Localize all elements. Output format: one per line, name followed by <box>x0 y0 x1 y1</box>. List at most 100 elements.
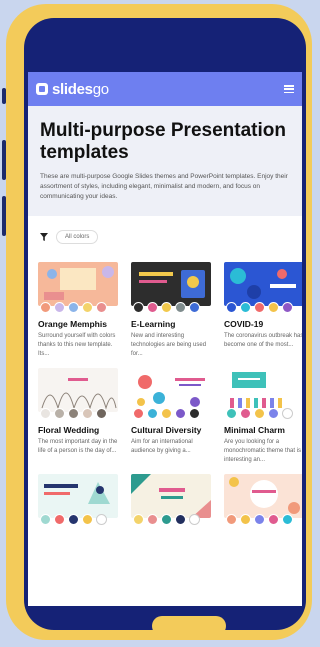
swatch[interactable] <box>96 514 107 525</box>
swatch[interactable] <box>282 302 293 313</box>
home-indicator[interactable] <box>152 616 226 630</box>
template-grid: Orange Memphis Surround yourself with co… <box>28 252 302 559</box>
phone-frame: slidesgo Multi-purpose Presentation temp… <box>6 4 312 640</box>
swatch[interactable] <box>254 408 265 419</box>
template-thumbnail[interactable] <box>224 262 302 306</box>
swatch[interactable] <box>68 514 79 525</box>
swatch[interactable] <box>226 302 237 313</box>
color-filter-chip[interactable]: All colors <box>56 230 99 244</box>
swatch[interactable] <box>240 302 251 313</box>
swatch[interactable] <box>254 514 265 525</box>
color-swatches <box>224 302 302 313</box>
template-name[interactable]: E-Learning <box>131 319 211 329</box>
swatch[interactable] <box>254 302 265 313</box>
swatch[interactable] <box>133 302 144 313</box>
swatch[interactable] <box>40 514 51 525</box>
thumbnail-art <box>131 474 211 518</box>
template-thumbnail[interactable] <box>38 368 118 412</box>
swatch[interactable] <box>96 408 107 419</box>
template-card[interactable]: Cultural Diversity Aim for an internatio… <box>131 368 211 466</box>
swatch[interactable] <box>54 514 65 525</box>
swatch[interactable] <box>282 514 293 525</box>
swatch[interactable] <box>82 514 93 525</box>
swatch[interactable] <box>189 408 200 419</box>
template-description <box>224 531 302 559</box>
swatch[interactable] <box>161 514 172 525</box>
template-description: Aim for an international audience by giv… <box>131 439 193 454</box>
swatch[interactable] <box>175 302 186 313</box>
template-name[interactable]: Minimal Charm <box>224 425 302 435</box>
swatch[interactable] <box>189 514 200 525</box>
swatch[interactable] <box>82 302 93 313</box>
app-header: slidesgo <box>28 72 302 106</box>
swatch[interactable] <box>175 514 186 525</box>
color-swatches <box>131 408 211 419</box>
swatch[interactable] <box>133 408 144 419</box>
template-name[interactable]: Orange Memphis <box>38 319 118 329</box>
brand-logo[interactable]: slidesgo <box>52 81 109 98</box>
swatch[interactable] <box>147 408 158 419</box>
swatch[interactable] <box>189 302 200 313</box>
swatch[interactable] <box>268 302 279 313</box>
swatch[interactable] <box>240 408 251 419</box>
color-swatches <box>224 514 302 525</box>
swatch[interactable] <box>161 302 172 313</box>
template-description: The coronavirus outbreak has become one … <box>224 333 302 348</box>
template-description <box>38 531 118 559</box>
template-thumbnail[interactable] <box>131 474 211 518</box>
swatch[interactable] <box>54 408 65 419</box>
filter-bar: All colors <box>28 216 302 252</box>
swatch[interactable] <box>96 302 107 313</box>
swatch[interactable] <box>175 408 186 419</box>
template-thumbnail[interactable] <box>224 368 302 412</box>
template-card[interactable] <box>224 474 302 559</box>
template-card[interactable]: COVID-19 The coronavirus outbreak has be… <box>224 262 302 360</box>
swatch[interactable] <box>240 514 251 525</box>
color-swatches <box>38 302 118 313</box>
volume-down-button <box>2 196 6 236</box>
swatch[interactable] <box>147 514 158 525</box>
template-card[interactable]: Floral Wedding The most important day in… <box>38 368 118 466</box>
swatch[interactable] <box>226 408 237 419</box>
template-card[interactable]: E-Learning New and interesting technolog… <box>131 262 211 360</box>
filter-icon[interactable] <box>40 233 48 241</box>
swatch[interactable] <box>40 302 51 313</box>
thumbnail-art <box>137 375 205 407</box>
template-description: The most important day in the life of a … <box>38 439 118 454</box>
color-swatches <box>224 408 302 419</box>
template-thumbnail[interactable] <box>131 262 211 306</box>
template-thumbnail[interactable] <box>131 368 211 412</box>
thumbnail-art <box>229 477 300 514</box>
thumbnail-art <box>230 372 282 408</box>
template-thumbnail[interactable] <box>38 262 118 306</box>
swatch[interactable] <box>147 302 158 313</box>
swatch[interactable] <box>226 514 237 525</box>
swatch[interactable] <box>68 302 79 313</box>
template-card[interactable] <box>131 474 211 559</box>
template-name[interactable]: Floral Wedding <box>38 425 118 435</box>
swatch[interactable] <box>68 408 79 419</box>
swatch[interactable] <box>268 408 279 419</box>
menu-icon[interactable] <box>284 85 294 93</box>
template-name[interactable]: COVID-19 <box>224 319 302 329</box>
template-thumbnail[interactable] <box>224 474 302 518</box>
swatch[interactable] <box>282 408 293 419</box>
template-card[interactable]: Minimal Charm Are you looking for a mono… <box>224 368 302 466</box>
swatch[interactable] <box>133 514 144 525</box>
template-description <box>131 531 211 559</box>
swatch[interactable] <box>82 408 93 419</box>
template-card[interactable] <box>38 474 118 559</box>
hero-section: Multi-purpose Presentation templates The… <box>28 106 302 216</box>
swatch[interactable] <box>54 302 65 313</box>
swatch[interactable] <box>268 514 279 525</box>
logo-icon[interactable] <box>36 83 48 95</box>
template-card[interactable]: Orange Memphis Surround yourself with co… <box>38 262 118 360</box>
swatch[interactable] <box>161 408 172 419</box>
template-name[interactable]: Cultural Diversity <box>131 425 211 435</box>
page-description: These are multi-purpose Google Slides th… <box>40 173 288 200</box>
swatch[interactable] <box>40 408 51 419</box>
thumbnail-art <box>44 266 114 300</box>
thumbnail-art <box>41 378 117 410</box>
template-thumbnail[interactable] <box>38 474 118 518</box>
thumbnail-art <box>44 482 110 504</box>
